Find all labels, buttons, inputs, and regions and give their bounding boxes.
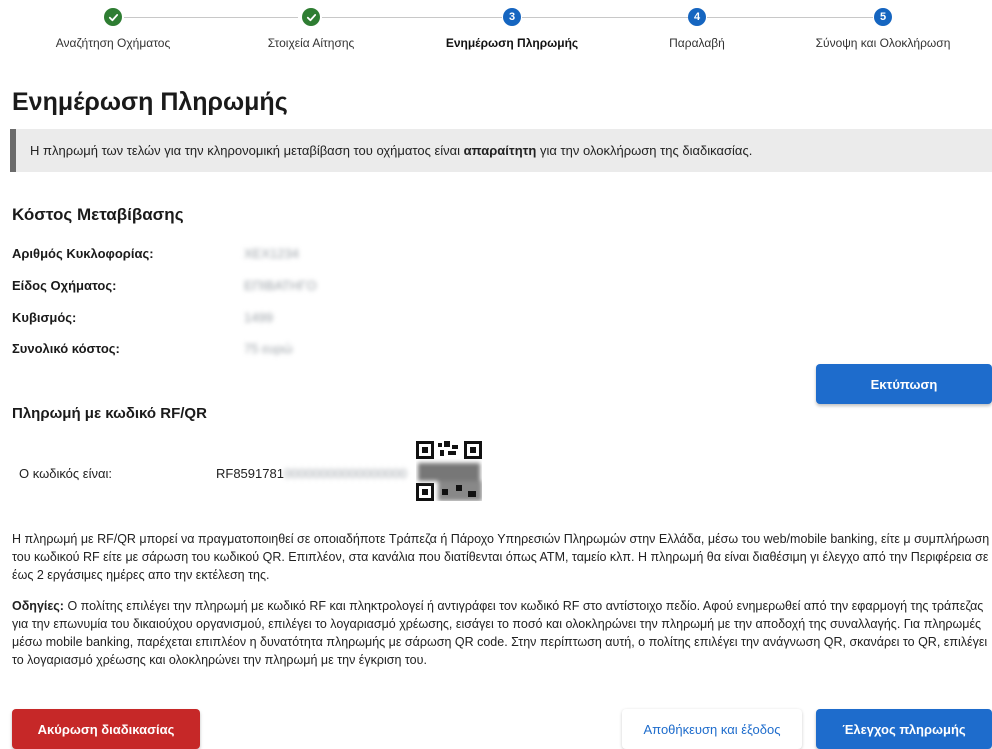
cost-value: 75 ευρώ bbox=[244, 341, 293, 356]
step-label: Στοιχεία Αίτησης bbox=[267, 36, 355, 50]
step-payment-update: 3 Ενημέρωση Πληρωμής bbox=[422, 8, 602, 50]
step-summary: 5 Σύνοψη και Ολοκλήρωση bbox=[793, 8, 973, 50]
cost-label: Είδος Οχήματος: bbox=[12, 278, 117, 293]
rf-code-value: RF859178100000000000000000 bbox=[216, 466, 407, 481]
cost-label: Κυβισμός: bbox=[12, 310, 77, 325]
step-number: 4 bbox=[688, 8, 706, 26]
cost-row-total: Συνολικό κόστος: 75 ευρώ bbox=[12, 341, 512, 361]
step-label: Αναζήτηση Οχήματος bbox=[55, 36, 171, 50]
cost-value: ΕΠΙΒΑΤΗΓΟ bbox=[244, 278, 317, 293]
cost-label: Συνολικό κόστος: bbox=[12, 341, 120, 356]
print-button[interactable]: Εκτύπωση bbox=[816, 364, 992, 404]
cost-row-displacement: Κυβισμός: 1499 bbox=[12, 310, 512, 330]
step-application-details: Στοιχεία Αίτησης bbox=[221, 8, 401, 50]
banner-text-end: για την ολοκλήρωση της διαδικασίας. bbox=[536, 143, 753, 158]
instructions-text: Ο πολίτης επιλέγει την πληρωμή με κωδικό… bbox=[12, 599, 988, 667]
cancel-process-button[interactable]: Ακύρωση διαδικασίας bbox=[12, 709, 200, 749]
rf-info-paragraph: Η πληρωμή με RF/QR μπορεί να πραγματοποι… bbox=[12, 532, 990, 582]
instructions-paragraph: Οδηγίες: Ο πολίτης επιλέγει την πληρωμή … bbox=[12, 597, 992, 669]
save-and-exit-button[interactable]: Αποθήκευση και έξοδος bbox=[622, 709, 802, 749]
cost-section-title: Κόστος Μεταβίβασης bbox=[12, 205, 184, 224]
step-label: Σύνοψη και Ολοκλήρωση bbox=[815, 36, 951, 50]
check-icon bbox=[302, 8, 320, 26]
instructions-label: Οδηγίες: bbox=[12, 599, 64, 613]
cost-row-vehicle-type: Είδος Οχήματος: ΕΠΙΒΑΤΗΓΟ bbox=[12, 278, 512, 298]
step-number: 3 bbox=[503, 8, 521, 26]
qr-code-icon bbox=[416, 441, 482, 501]
rf-code-redacted: 00000000000000000 bbox=[283, 466, 407, 481]
rf-section-title: Πληρωμή με κωδικό RF/QR bbox=[12, 405, 207, 422]
check-icon bbox=[104, 8, 122, 26]
page-title: Ενημέρωση Πληρωμής bbox=[12, 88, 288, 116]
banner-text: Η πληρωμή των τελών για την κληρονομική … bbox=[30, 143, 464, 158]
step-pickup: 4 Παραλαβή bbox=[607, 8, 787, 50]
progress-stepper: Αναζήτηση Οχήματος Στοιχεία Αίτησης 3 Εν… bbox=[0, 0, 992, 60]
rf-code-visible: RF8591781 bbox=[216, 466, 284, 481]
step-label: Παραλαβή bbox=[669, 36, 725, 50]
info-banner: Η πληρωμή των τελών για την κληρονομική … bbox=[10, 129, 992, 172]
cost-row-plate: Αριθμός Κυκλοφορίας: ΧΕΧ1234 bbox=[12, 246, 512, 266]
banner-emphasis: απαραίτητη bbox=[463, 143, 537, 158]
cost-value: 1499 bbox=[244, 310, 273, 325]
step-number: 5 bbox=[874, 8, 892, 26]
cost-label: Αριθμός Κυκλοφορίας: bbox=[12, 246, 154, 261]
cost-value: ΧΕΧ1234 bbox=[244, 246, 299, 261]
step-search-vehicle: Αναζήτηση Οχήματος bbox=[23, 8, 203, 50]
rf-code-label: Ο κωδικός είναι: bbox=[19, 466, 112, 481]
check-payment-button[interactable]: Έλεγχος πληρωμής bbox=[816, 709, 992, 749]
step-label: Ενημέρωση Πληρωμής bbox=[445, 36, 579, 50]
